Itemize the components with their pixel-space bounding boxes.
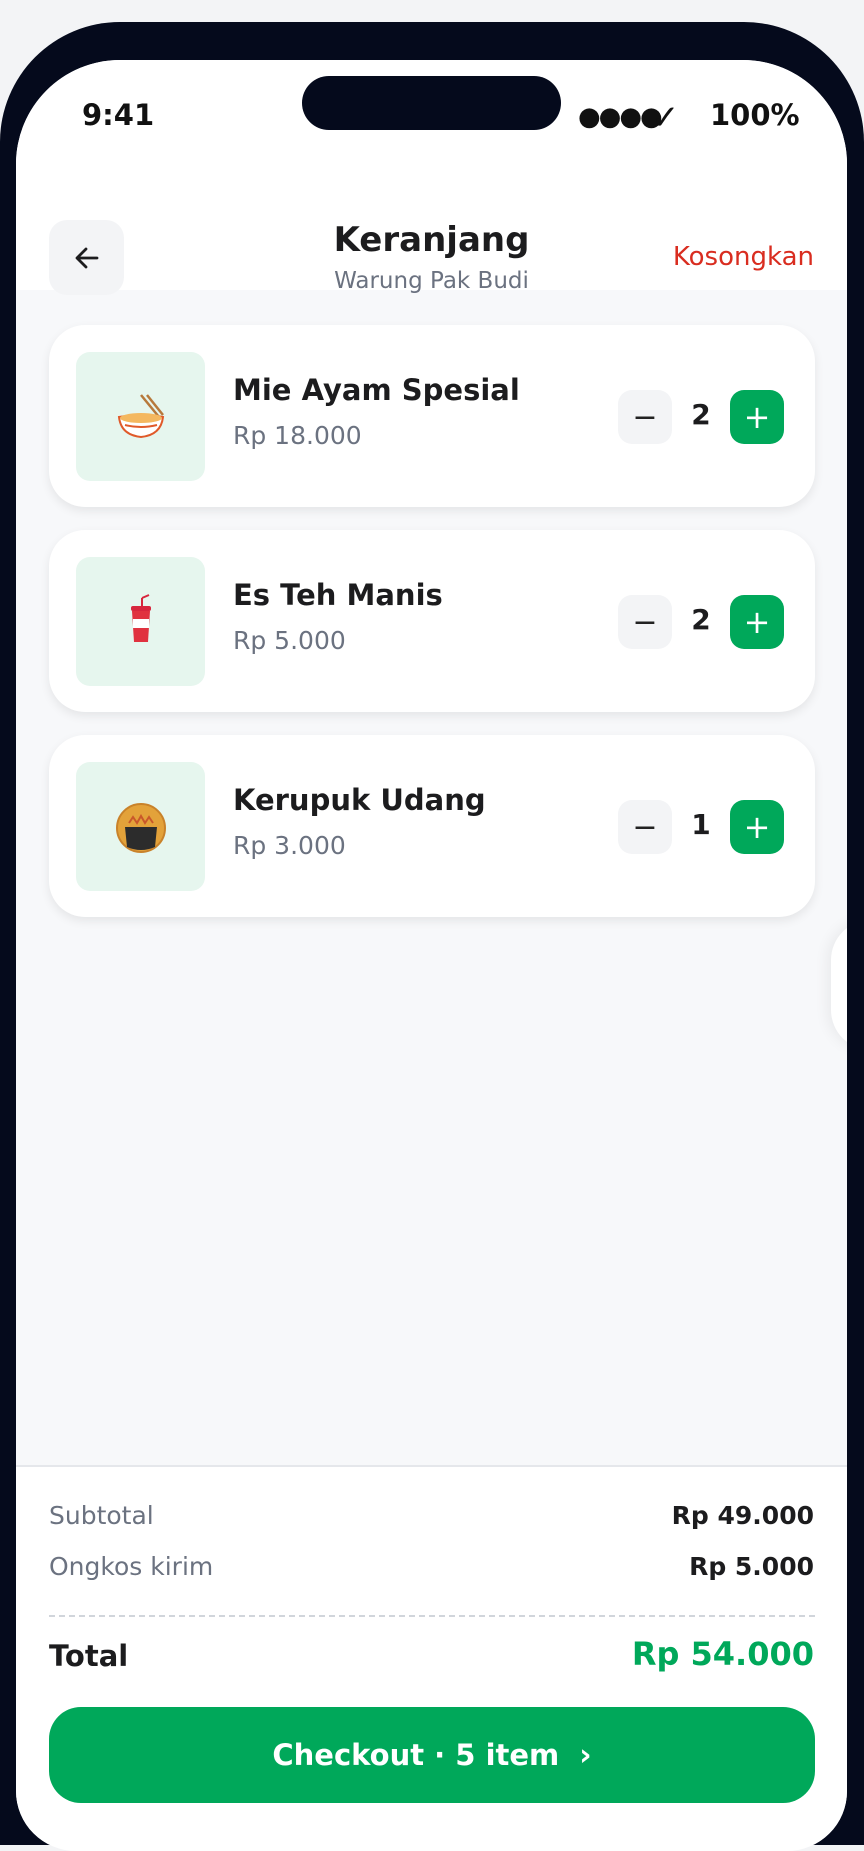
- minus-icon: −: [632, 399, 658, 435]
- total-value: Rp 54.000: [631, 1635, 814, 1673]
- chevron-right-icon: ›: [579, 1737, 592, 1773]
- cart-item: Mie Ayam Spesial Rp 18.000 − 2 +: [49, 325, 815, 507]
- subtotal-label: Subtotal: [49, 1501, 154, 1530]
- item-thumbnail: [76, 352, 205, 481]
- increase-quantity-button[interactable]: +: [730, 390, 784, 444]
- status-bar: 9:41 ●●●● ✓ 100%: [16, 60, 847, 170]
- increase-quantity-button[interactable]: +: [730, 800, 784, 854]
- shipping-label: Ongkos kirim: [49, 1552, 214, 1581]
- increase-quantity-button[interactable]: +: [730, 595, 784, 649]
- clear-cart-button[interactable]: Kosongkan: [673, 242, 814, 272]
- app-screen: 9:41 ●●●● ✓ 100% Keranjang Warung Pak Bu…: [16, 60, 847, 1851]
- floating-handle[interactable]: [831, 920, 847, 1050]
- checkout-button[interactable]: Checkout · 5 item ›: [49, 1707, 815, 1803]
- signal-icon: ●●●●: [578, 102, 663, 132]
- decrease-quantity-button[interactable]: −: [618, 390, 672, 444]
- summary-divider: [49, 1615, 815, 1617]
- status-time: 9:41: [82, 98, 155, 132]
- item-thumbnail: [76, 762, 205, 891]
- subtotal-value: Rp 49.000: [671, 1501, 814, 1530]
- item-price: Rp 5.000: [233, 626, 346, 655]
- item-name: Kerupuk Udang: [233, 783, 486, 817]
- decrease-quantity-button[interactable]: −: [618, 595, 672, 649]
- checkout-label: Checkout · 5 item: [272, 1738, 560, 1772]
- plus-icon: +: [743, 398, 771, 436]
- dynamic-island: [302, 76, 561, 130]
- battery-level: 100%: [710, 98, 800, 132]
- cart-item: Kerupuk Udang Rp 3.000 − 1 +: [49, 735, 815, 917]
- cracker-icon: [115, 802, 166, 853]
- item-quantity: 2: [691, 398, 711, 431]
- page-header: Keranjang Warung Pak Budi Kosongkan: [16, 170, 847, 295]
- plus-icon: +: [743, 603, 771, 641]
- minus-icon: −: [632, 604, 658, 640]
- minus-icon: −: [632, 809, 658, 845]
- item-quantity: 1: [691, 808, 711, 841]
- noodle-bowl-icon: [117, 393, 164, 438]
- item-price: Rp 3.000: [233, 831, 346, 860]
- phone-frame: 9:41 ●●●● ✓ 100% Keranjang Warung Pak Bu…: [0, 22, 864, 1851]
- decrease-quantity-button[interactable]: −: [618, 800, 672, 854]
- order-summary: Subtotal Rp 49.000 Ongkos kirim Rp 5.000…: [16, 1465, 847, 1851]
- item-quantity: 2: [691, 603, 711, 636]
- total-label: Total: [49, 1639, 129, 1673]
- iced-drink-icon: [130, 593, 151, 642]
- item-thumbnail: [76, 557, 205, 686]
- item-name: Mie Ayam Spesial: [233, 373, 520, 407]
- wifi-icon: ✓: [651, 98, 680, 138]
- item-price: Rp 18.000: [233, 421, 362, 450]
- cart-list: Mie Ayam Spesial Rp 18.000 − 2 + Es Teh: [49, 325, 815, 940]
- shipping-value: Rp 5.000: [689, 1552, 814, 1581]
- cart-item: Es Teh Manis Rp 5.000 − 2 +: [49, 530, 815, 712]
- plus-icon: +: [743, 808, 771, 846]
- item-name: Es Teh Manis: [233, 578, 443, 612]
